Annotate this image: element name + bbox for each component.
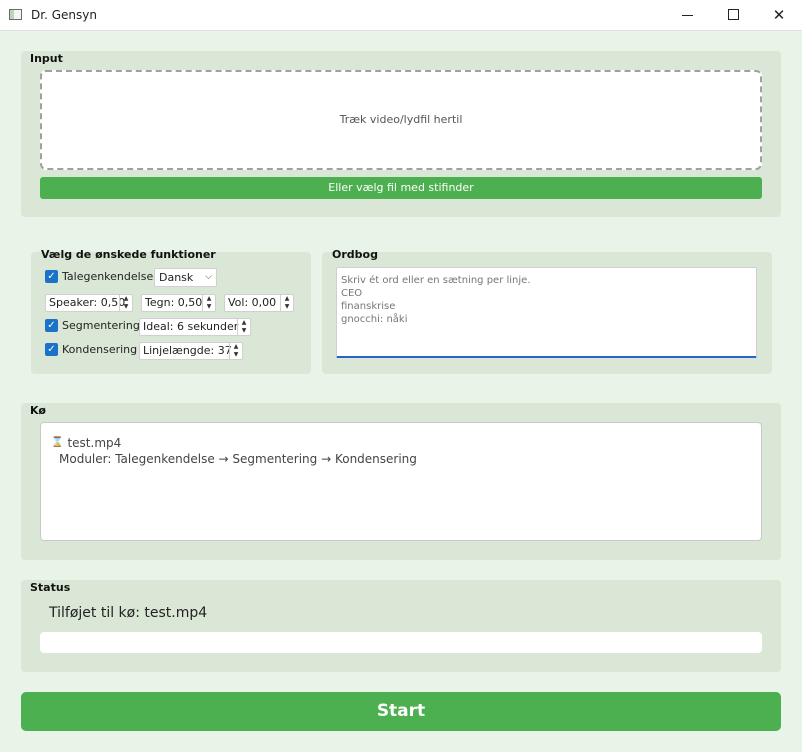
condensing-label: Kondensering (62, 343, 138, 356)
spin-up-icon[interactable]: ▲ (120, 295, 132, 303)
file-drop-zone[interactable]: Træk video/lydfil hertil (40, 70, 762, 170)
speaker-stepper[interactable]: ▲ ▼ (119, 295, 132, 311)
speech-recognition-label: Talegenkendelse (62, 270, 154, 283)
condensing-checkbox[interactable]: ✓ (45, 343, 58, 356)
dictionary-placeholder: Skriv ét ord eller en sætning per linje. (341, 275, 531, 286)
speaker-value: Speaker: 0,50 (49, 296, 126, 309)
spin-down-icon[interactable]: ▼ (238, 327, 250, 335)
input-group-title: Input (30, 52, 63, 65)
chars-spinbox[interactable]: Tegn: 0,50 ▲ ▼ (141, 294, 216, 312)
minimize-icon (681, 15, 693, 16)
app-icon (9, 9, 22, 20)
title-bar: Dr. Gensyn ✕ (0, 0, 802, 31)
condensing-option[interactable]: ✓ Kondensering (45, 343, 137, 356)
progress-bar (40, 632, 762, 653)
segmentation-label: Segmentering (62, 319, 140, 332)
maximize-icon (727, 9, 739, 20)
queue-item[interactable]: ⌛ test.mp4 Moduler: Talegenkendelse → Se… (51, 435, 751, 467)
chevron-down-icon: ⌵ (205, 272, 212, 282)
queue-group-title: Kø (30, 404, 46, 417)
spin-up-icon[interactable]: ▲ (238, 319, 250, 327)
queue-list[interactable]: ⌛ test.mp4 Moduler: Talegenkendelse → Se… (40, 422, 762, 541)
queue-item-file: test.mp4 (67, 436, 122, 450)
browse-file-button[interactable]: Eller vælg fil med stifinder (40, 177, 762, 199)
line-length-value: Linjelængde: 37 (143, 344, 232, 357)
hourglass-icon: ⌛ (51, 437, 64, 448)
functions-group-title: Vælg de ønskede funktioner (41, 248, 216, 261)
spin-down-icon[interactable]: ▼ (120, 303, 132, 311)
volume-stepper[interactable]: ▲ ▼ (280, 295, 293, 311)
speech-recognition-checkbox[interactable]: ✓ (45, 270, 58, 283)
dictionary-group-title: Ordbog (332, 248, 378, 261)
queue-item-modules: Moduler: Talegenkendelse → Segmentering … (59, 452, 417, 466)
close-button[interactable]: ✕ (756, 0, 802, 31)
volume-spinbox[interactable]: Vol: 0,00 ▲ ▼ (224, 294, 294, 312)
drop-zone-text: Træk video/lydfil hertil (339, 113, 463, 126)
spin-up-icon[interactable]: ▲ (203, 295, 215, 303)
ideal-spinbox[interactable]: Ideal: 6 sekunder ▲ ▼ (139, 318, 251, 336)
dictionary-entries: CEO finanskrise gnocchi: nåki (341, 288, 408, 325)
line-length-stepper[interactable]: ▲ ▼ (229, 343, 242, 359)
start-button[interactable]: Start (21, 692, 781, 731)
language-select[interactable]: Dansk ⌵ (154, 268, 217, 287)
line-length-spinbox[interactable]: Linjelængde: 37 ▲ ▼ (139, 342, 243, 360)
spin-down-icon[interactable]: ▼ (203, 303, 215, 311)
speech-recognition-option[interactable]: ✓ Talegenkendelse (45, 270, 153, 283)
spin-down-icon[interactable]: ▼ (230, 351, 242, 359)
minimize-button[interactable] (664, 0, 710, 31)
chars-value: Tegn: 0,50 (145, 296, 203, 309)
status-message: Tilføjet til kø: test.mp4 (49, 605, 208, 621)
segmentation-option[interactable]: ✓ Segmentering (45, 319, 140, 332)
speaker-spinbox[interactable]: Speaker: 0,50 ▲ ▼ (45, 294, 133, 312)
status-group (21, 580, 781, 672)
ideal-value: Ideal: 6 sekunder (143, 320, 239, 333)
window-title: Dr. Gensyn (31, 8, 97, 22)
chars-stepper[interactable]: ▲ ▼ (202, 295, 215, 311)
spin-down-icon[interactable]: ▼ (281, 303, 293, 311)
volume-value: Vol: 0,00 (228, 296, 277, 309)
segmentation-checkbox[interactable]: ✓ (45, 319, 58, 332)
ideal-stepper[interactable]: ▲ ▼ (237, 319, 250, 335)
dictionary-textarea[interactable]: Skriv ét ord eller en sætning per linje.… (336, 267, 757, 358)
status-group-title: Status (30, 581, 71, 594)
close-icon: ✕ (772, 6, 786, 24)
spin-up-icon[interactable]: ▲ (230, 343, 242, 351)
language-value: Dansk (159, 271, 194, 284)
spin-up-icon[interactable]: ▲ (281, 295, 293, 303)
maximize-button[interactable] (710, 0, 756, 31)
